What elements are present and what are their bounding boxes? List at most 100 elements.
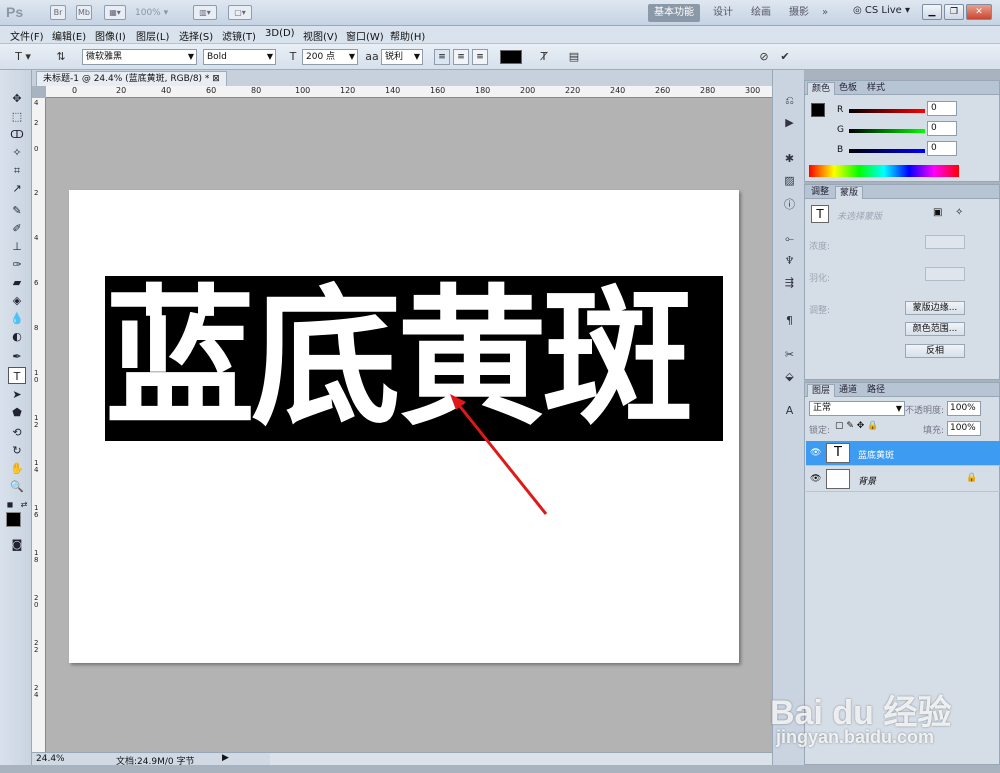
brush-presets-icon[interactable]: ⟜ (781, 230, 798, 247)
bridge-icon[interactable]: Br (50, 5, 66, 20)
tool-preset-picker[interactable]: T ▾ (8, 49, 38, 65)
path-selection-tool-icon[interactable]: ➤ (8, 386, 26, 403)
cs-live-button[interactable]: ◎ CS Live ▾ (853, 5, 910, 16)
arrange-documents-icon[interactable]: ▥▾ (193, 5, 217, 20)
font-family-select[interactable]: 微软雅黑 ▼ (82, 49, 197, 65)
tab-adjustments[interactable]: 调整 (807, 186, 833, 199)
3d-rotate-tool-icon[interactable]: ⟲ (8, 424, 26, 441)
view-extras-icon[interactable]: ▦▾ (104, 5, 126, 20)
text-color-swatch[interactable] (500, 50, 522, 64)
color-foreground-swatch[interactable] (811, 103, 825, 117)
antialias-select[interactable]: 锐利 ▼ (381, 49, 423, 65)
styles-strip-icon[interactable]: ⬙ (781, 368, 798, 385)
blend-mode-select[interactable]: 正常 ▼ (809, 401, 905, 416)
clone-stamp-tool-icon[interactable]: ⊥ (8, 238, 26, 255)
workspace-essentials[interactable]: 基本功能 (648, 4, 700, 22)
more-workspaces-button[interactable]: » (816, 4, 834, 22)
opacity-field[interactable]: 100% (947, 401, 981, 416)
pixel-mask-icon[interactable]: ▣ (933, 207, 942, 218)
tab-swatches[interactable]: 色板 (835, 82, 861, 95)
fill-field[interactable]: 100% (947, 421, 981, 436)
tab-styles[interactable]: 样式 (863, 82, 889, 95)
status-zoom[interactable]: 24.4% (36, 754, 65, 764)
horizontal-scrollbar[interactable] (270, 752, 772, 765)
brush-tool-icon[interactable]: ✐ (8, 220, 26, 237)
pen-tool-icon[interactable]: ✒ (8, 348, 26, 365)
tab-layers[interactable]: 图层 (807, 384, 836, 397)
blue-value[interactable]: 0 (927, 141, 957, 156)
menu-help[interactable]: 帮助(H) (390, 28, 425, 43)
marquee-tool-icon[interactable]: ⬚ (8, 108, 26, 125)
eyedropper-tool-icon[interactable]: ↗ (8, 180, 26, 197)
crop-tool-icon[interactable]: ⌗ (8, 162, 26, 179)
menu-3d[interactable]: 3D(D) (265, 28, 295, 39)
mini-bridge-icon[interactable]: Mb (76, 5, 92, 20)
status-menu-arrow-icon[interactable]: ▶ (222, 753, 229, 763)
font-size-field[interactable]: 200 点 ▼ (302, 49, 358, 65)
warp-text-icon[interactable]: Ⱦ (535, 49, 553, 65)
hand-tool-icon[interactable]: ✋ (8, 460, 26, 477)
workspace-painting[interactable]: 绘画 (745, 4, 777, 22)
character-panel-icon-strip[interactable]: A (781, 402, 798, 419)
layer-row[interactable]: 👁 T 蓝底黄斑 (806, 441, 1000, 466)
menu-edit[interactable]: 编辑(E) (52, 28, 86, 43)
red-slider[interactable] (849, 109, 925, 113)
align-right-button[interactable]: ≡ (472, 49, 488, 65)
menu-image[interactable]: 图像(I) (95, 28, 126, 43)
paint-bucket-tool-icon[interactable]: ◈ (8, 292, 26, 309)
layer-row[interactable]: 👁 背景 🔒 (806, 467, 1000, 492)
lock-icons[interactable]: ▢ ✎ ✥ 🔒 (835, 421, 878, 431)
shape-tool-icon[interactable]: ⬟ (8, 404, 26, 421)
toggle-text-orientation-icon[interactable]: ⇅ (52, 49, 70, 65)
invert-button[interactable]: 反相 (905, 344, 965, 358)
menu-filter[interactable]: 滤镜(T) (222, 28, 256, 43)
green-slider[interactable] (849, 129, 925, 133)
type-tool-icon[interactable]: T (8, 367, 26, 384)
minimize-button[interactable]: ▁ (922, 4, 942, 20)
green-value[interactable]: 0 (927, 121, 957, 136)
visibility-eye-icon[interactable]: 👁 (810, 474, 821, 484)
foreground-color-swatch[interactable] (6, 512, 21, 527)
menu-file[interactable]: 文件(F) (10, 28, 44, 43)
tab-color[interactable]: 颜色 (807, 82, 836, 95)
commit-edits-icon[interactable]: ✔ (776, 49, 794, 65)
actions-panel-icon[interactable]: ▶ (781, 114, 798, 131)
mask-edge-button[interactable]: 蒙版边缘... (905, 301, 965, 315)
dodge-tool-icon[interactable]: ◐ (8, 328, 26, 345)
image-panel-icon[interactable]: ▨ (781, 172, 798, 189)
tool-presets-icon[interactable]: ⇶ (781, 274, 798, 291)
swap-colors-icon[interactable]: ⇄ (18, 496, 30, 513)
move-tool-icon[interactable]: ✥ (8, 90, 26, 107)
document-tab[interactable]: 未标题-1 @ 24.4% (蓝底黄斑, RGB/8) * ⊠ (36, 71, 227, 86)
tab-channels[interactable]: 通道 (835, 384, 861, 397)
healing-brush-tool-icon[interactable]: ✎ (8, 202, 26, 219)
lasso-tool-icon[interactable]: ↀ (8, 126, 26, 143)
history-panel-icon[interactable]: ⎌ (781, 92, 798, 109)
tab-masks[interactable]: 蒙版 (835, 186, 864, 199)
history-brush-tool-icon[interactable]: ✑ (8, 256, 26, 273)
3d-panel-icon[interactable]: ✱ (781, 150, 798, 167)
vector-mask-icon[interactable]: ✧ (955, 207, 963, 218)
3d-orbit-tool-icon[interactable]: ↻ (8, 442, 26, 459)
menu-select[interactable]: 选择(S) (179, 28, 213, 43)
quick-mask-icon[interactable]: ◙ (8, 536, 26, 553)
red-value[interactable]: 0 (927, 101, 957, 116)
zoom-level-select[interactable]: 100% ▾ (135, 5, 185, 21)
eraser-tool-icon[interactable]: ▰ (8, 274, 26, 291)
workspace-photography[interactable]: 摄影 (783, 4, 815, 22)
zoom-tool-icon[interactable]: 🔍 (8, 478, 26, 495)
screen-mode-icon[interactable]: ▢▾ (228, 5, 252, 20)
default-colors-icon[interactable]: ◼ (4, 496, 16, 513)
align-center-button[interactable]: ≡ (453, 49, 469, 65)
blur-tool-icon[interactable]: 💧 (8, 310, 26, 327)
visibility-eye-icon[interactable]: 👁 (810, 448, 821, 458)
color-spectrum-bar[interactable] (809, 165, 959, 177)
font-style-select[interactable]: Bold ▼ (203, 49, 276, 65)
workspace-design[interactable]: 设计 (707, 4, 739, 22)
color-range-button[interactable]: 颜色范围... (905, 322, 965, 336)
navigator-panel-icon[interactable]: ✂ (781, 346, 798, 363)
menu-window[interactable]: 窗口(W) (346, 28, 384, 43)
blue-slider[interactable] (849, 149, 925, 153)
cancel-edits-icon[interactable]: ⊘ (755, 49, 773, 65)
menu-view[interactable]: 视图(V) (303, 28, 338, 43)
